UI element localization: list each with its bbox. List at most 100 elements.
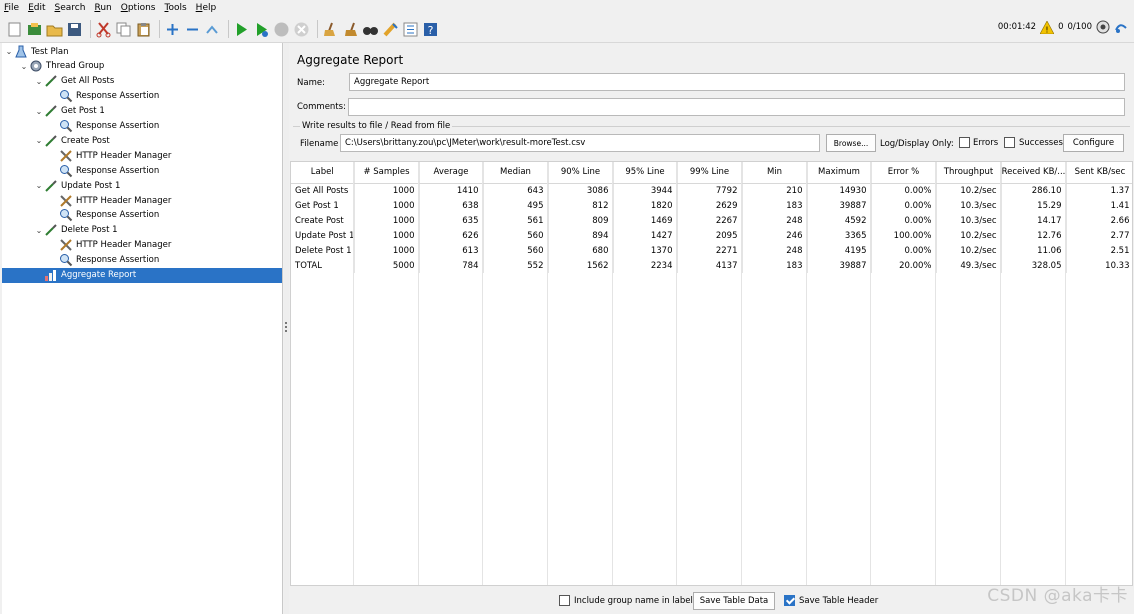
column-header[interactable]: Label — [291, 162, 355, 184]
help-icon[interactable]: ? — [422, 21, 439, 38]
shutdown-icon[interactable] — [293, 21, 310, 38]
column-header[interactable]: Maximum — [807, 162, 872, 184]
expand-chevron-icon[interactable]: ⌄ — [19, 62, 29, 71]
menu-item[interactable]: Run — [94, 3, 111, 13]
tree-node-label: Response Assertion — [76, 165, 160, 176]
expand-chevron-icon[interactable]: ⌄ — [34, 77, 44, 86]
expand-chevron-icon[interactable]: ⌄ — [4, 47, 14, 56]
table-cell: 894 — [548, 228, 614, 243]
menu-item[interactable]: Tools — [164, 3, 186, 13]
watermark: CSDN @aka卡卡 — [987, 586, 1128, 606]
test-plan-tree[interactable]: ⌄ Test Plan ⌄ Thread Group ⌄ Get All Posts Res… — [2, 43, 283, 614]
clear-all-broom-icon[interactable] — [342, 21, 359, 38]
menu-label: ile — [8, 3, 20, 13]
splitter-grip-icon[interactable] — [285, 322, 288, 334]
cut-icon[interactable] — [95, 21, 112, 38]
column-gridline — [418, 162, 419, 585]
expand-chevron-icon[interactable]: ⌄ — [34, 136, 44, 145]
column-header[interactable]: Min — [742, 162, 808, 184]
table-cell: 248 — [742, 243, 808, 258]
start-no-pauses-icon[interactable] — [253, 21, 270, 38]
successes-checkbox[interactable] — [1004, 137, 1015, 148]
column-header[interactable]: Throughput — [936, 162, 1002, 184]
tree-node[interactable]: ⌄ Create Post — [4, 133, 110, 148]
tree-node[interactable]: HTTP Header Manager — [4, 193, 171, 208]
warning-icon[interactable]: ! — [1039, 19, 1055, 34]
table-cell: 12.76 — [1001, 228, 1067, 243]
configure-button[interactable]: Configure — [1063, 134, 1124, 152]
copy-icon[interactable] — [115, 21, 132, 38]
table-cell: 495 — [483, 198, 549, 213]
expand-chevron-icon[interactable]: ⌄ — [34, 181, 44, 190]
table-cell: 1000 — [354, 228, 420, 243]
tree-node-label: Test Plan — [31, 46, 69, 57]
column-header[interactable]: 99% Line — [677, 162, 743, 184]
results-table[interactable]: Label # Samples Average Median 90% Line 95% L… — [290, 161, 1133, 586]
stop-icon[interactable] — [273, 21, 290, 38]
tree-node[interactable]: Response Assertion — [4, 253, 159, 268]
column-header[interactable]: # Samples — [354, 162, 420, 184]
column-header[interactable]: Sent KB/sec — [1066, 162, 1132, 184]
tree-node[interactable]: ⌄ Delete Post 1 — [4, 223, 118, 238]
tree-node[interactable]: Response Assertion — [4, 89, 159, 104]
browse-button[interactable]: Browse... — [826, 134, 876, 152]
tree-node[interactable]: ⌄ Update Post 1 — [4, 178, 120, 193]
table-cell: 4137 — [677, 258, 743, 273]
table-cell: TOTAL — [291, 258, 355, 273]
tree-node[interactable]: ⌄ Get Post 1 — [4, 104, 105, 119]
comments-field[interactable] — [348, 98, 1125, 116]
column-header[interactable]: Median — [483, 162, 549, 184]
tree-node[interactable]: Aggregate Report — [2, 267, 282, 283]
http-sampler-pipette-icon — [44, 223, 58, 237]
tree-node-label: Get All Posts — [61, 76, 115, 87]
errors-label: Errors — [973, 138, 999, 148]
save-table-data-button[interactable]: Save Table Data — [693, 592, 775, 610]
tree-node[interactable]: HTTP Header Manager — [4, 238, 171, 253]
errors-checkbox[interactable] — [959, 137, 970, 148]
expand-chevron-icon[interactable]: ⌄ — [34, 226, 44, 235]
reset-search-icon[interactable] — [382, 21, 399, 38]
table-cell: 635 — [419, 213, 484, 228]
menu-item[interactable]: File — [4, 3, 19, 13]
function-helper-icon[interactable] — [402, 21, 419, 38]
column-header[interactable]: Received KB/... — [1001, 162, 1067, 184]
paste-icon[interactable] — [135, 21, 152, 38]
search-binoculars-icon[interactable] — [362, 21, 379, 38]
collapse-minus-icon[interactable] — [184, 21, 201, 38]
filename-field[interactable]: C:\Users\brittany.zou\pc\JMeter\work\res… — [340, 134, 820, 152]
open-folder-icon[interactable] — [46, 21, 63, 38]
expand-chevron-icon[interactable]: ⌄ — [34, 107, 44, 116]
save-icon[interactable] — [66, 21, 83, 38]
include-group-name-checkbox[interactable] — [559, 595, 570, 606]
save-table-header-checkbox[interactable] — [784, 595, 795, 606]
column-header[interactable]: 90% Line — [548, 162, 614, 184]
tree-node[interactable]: ⌄ Test Plan — [4, 44, 69, 59]
menu-item[interactable]: Search — [55, 3, 86, 13]
tree-node[interactable]: Response Assertion — [4, 163, 159, 178]
tree-node-label: HTTP Header Manager — [76, 150, 172, 161]
templates-icon[interactable] — [26, 21, 43, 38]
expand-plus-icon[interactable] — [164, 21, 181, 38]
tree-node[interactable]: ⌄ Get All Posts — [4, 74, 114, 89]
column-header[interactable]: Error % — [871, 162, 937, 184]
name-field[interactable]: Aggregate Report — [349, 73, 1125, 91]
table-cell: 100.00% — [871, 228, 937, 243]
log-viewer-icon[interactable] — [1114, 20, 1128, 34]
menu-item[interactable]: Edit — [28, 3, 45, 13]
toggle-icon[interactable] — [204, 21, 221, 38]
column-header[interactable]: Average — [419, 162, 484, 184]
magnifier-icon — [59, 119, 73, 133]
menu-item[interactable]: Help — [196, 3, 217, 13]
new-file-icon[interactable] — [6, 21, 23, 38]
save-table-header-label: Save Table Header — [799, 596, 879, 606]
column-header[interactable]: 95% Line — [613, 162, 678, 184]
start-icon[interactable] — [233, 21, 250, 38]
menu-item[interactable]: Options — [121, 3, 156, 13]
tree-node[interactable]: ⌄ Thread Group — [4, 59, 104, 74]
tree-node[interactable]: Response Assertion — [4, 208, 159, 223]
column-gridline — [482, 162, 483, 585]
tree-node[interactable]: Response Assertion — [4, 119, 159, 134]
table-cell: 39887 — [807, 198, 872, 213]
clear-broom-icon[interactable] — [322, 21, 339, 38]
tree-node[interactable]: HTTP Header Manager — [4, 148, 171, 163]
